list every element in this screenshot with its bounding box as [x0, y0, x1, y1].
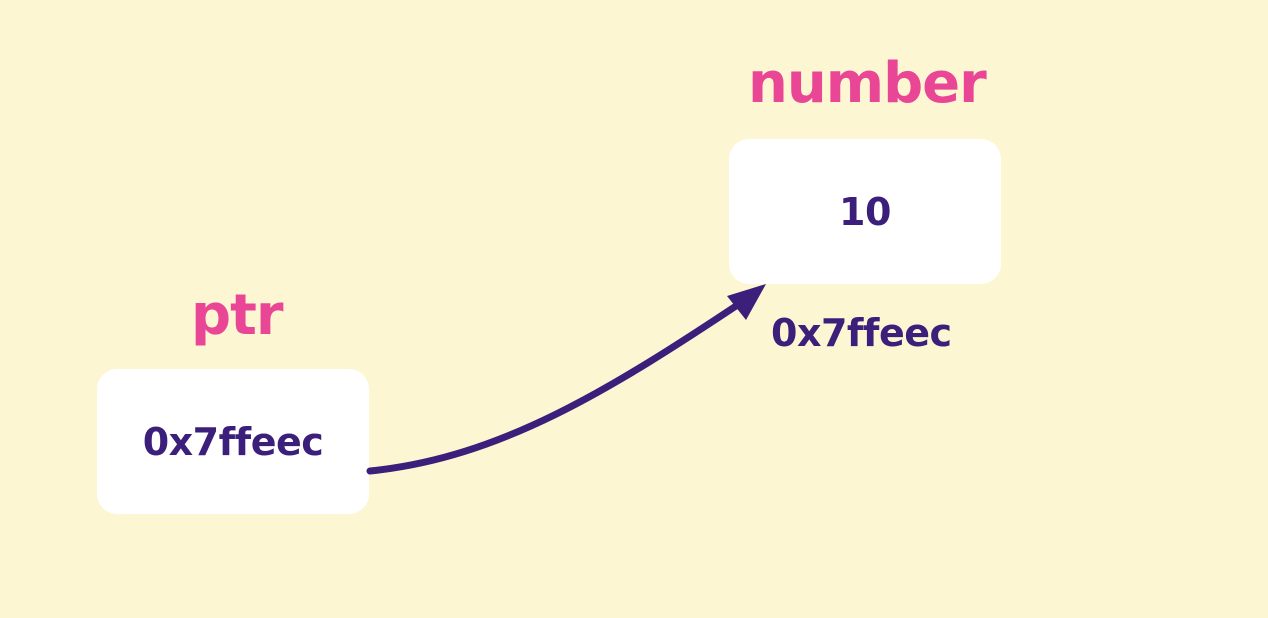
pointer-arrowhead-icon: [727, 284, 766, 320]
number-address-label: 0x7ffeec: [771, 311, 952, 355]
number-value: 10: [839, 189, 891, 234]
number-variable-name: number: [748, 51, 987, 116]
pointer-diagram: ptr 0x7ffeec number 10 0x7ffeec: [0, 0, 1268, 618]
ptr-variable-name: ptr: [191, 283, 283, 348]
ptr-value: 0x7ffeec: [142, 419, 324, 464]
ptr-value-box: 0x7ffeec: [97, 369, 369, 514]
pointer-arrow-line: [366, 296, 749, 475]
number-value-box: 10: [729, 139, 1001, 284]
